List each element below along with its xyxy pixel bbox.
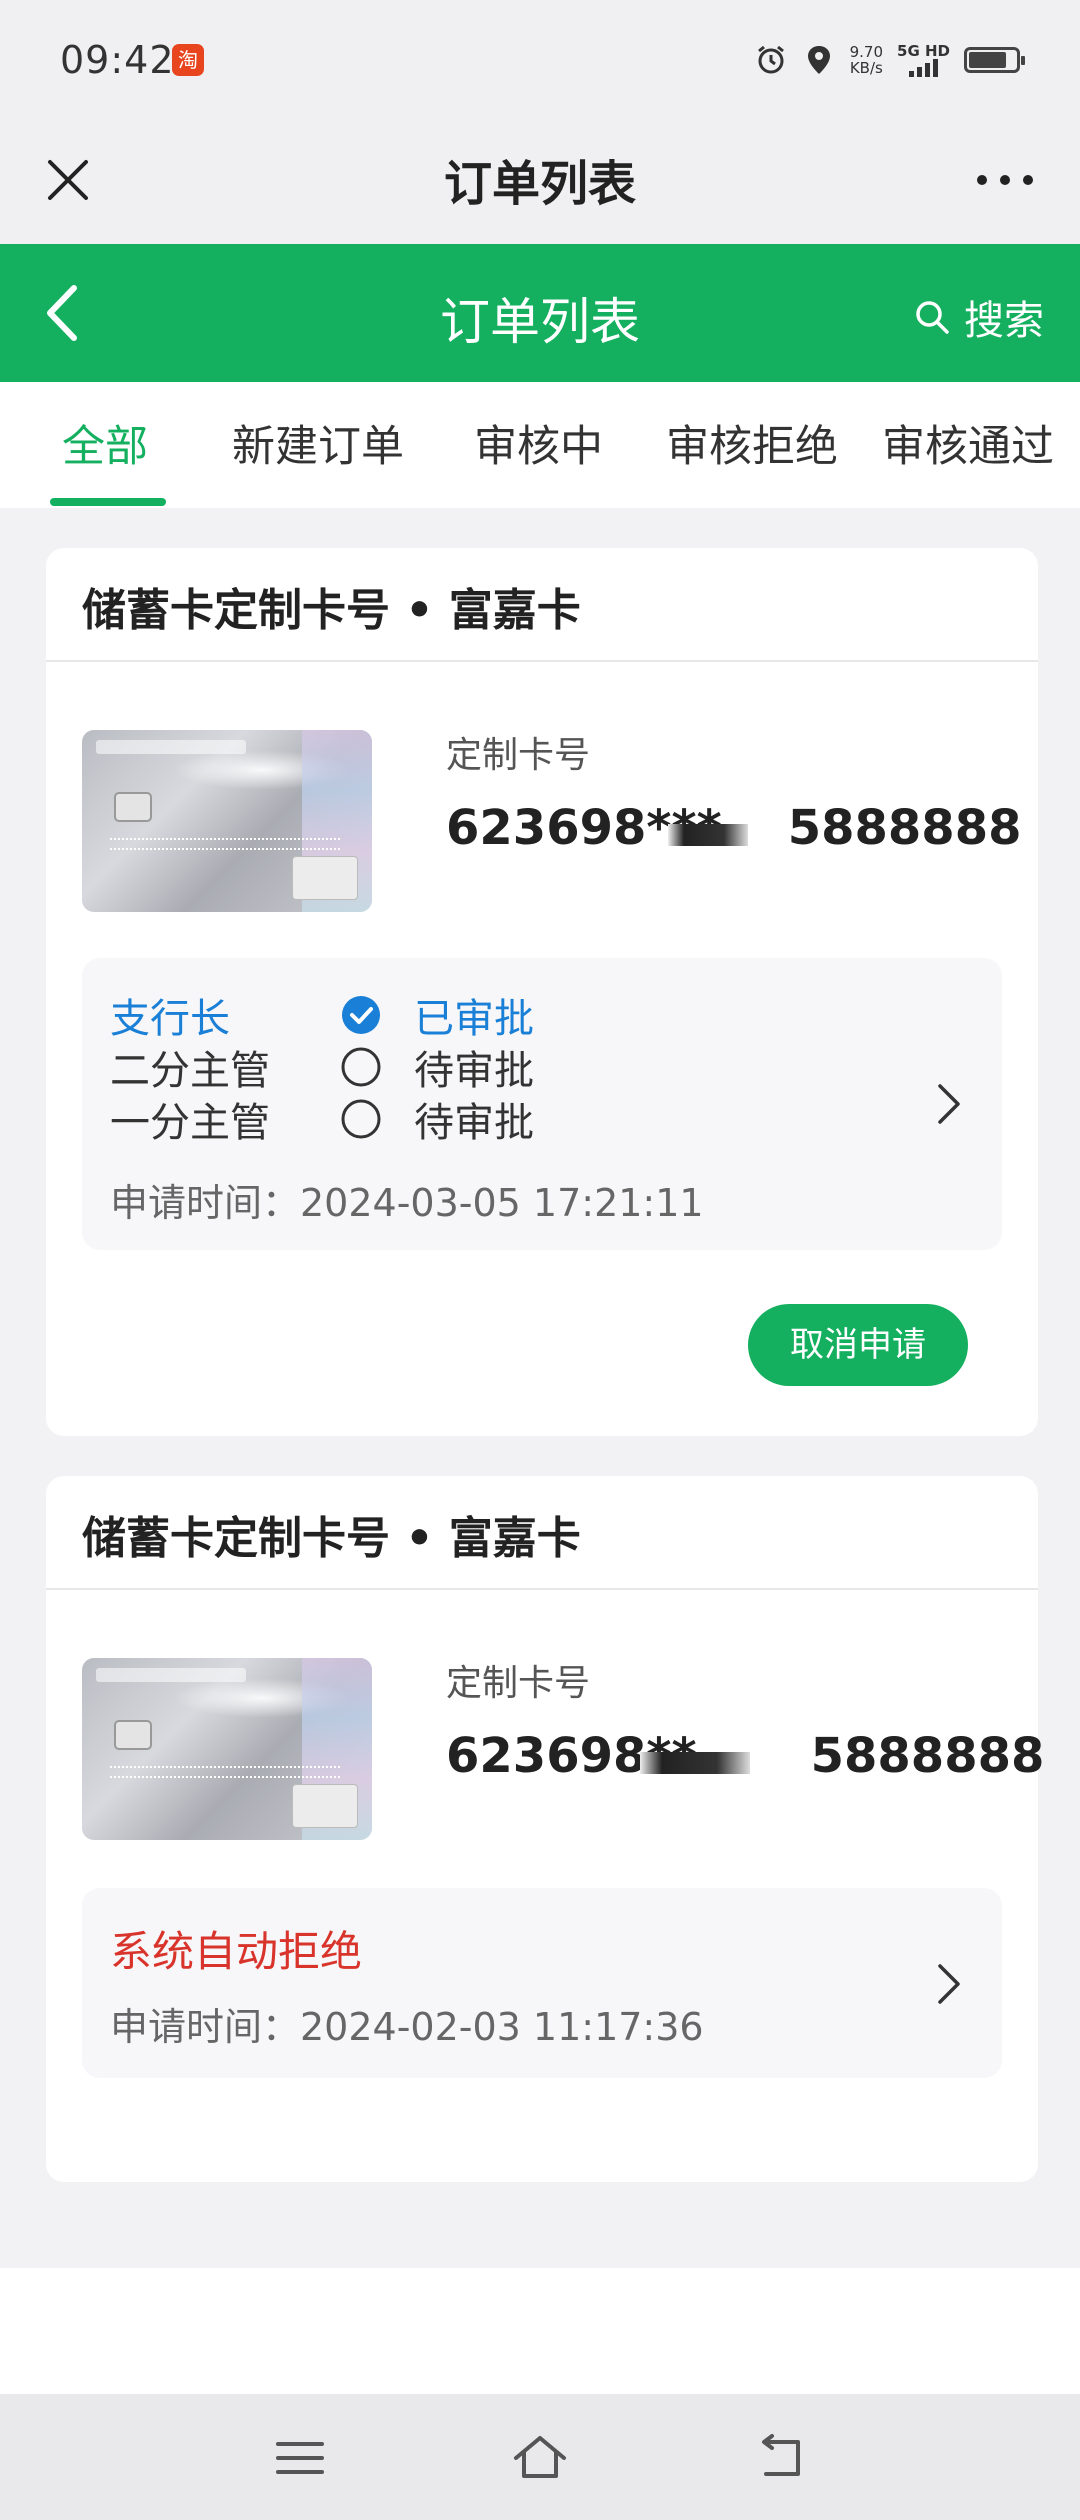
step-status: 待审批 <box>414 1100 534 1146</box>
tab-rejected[interactable]: 审核拒绝 <box>666 412 838 474</box>
bank-card-image <box>82 1658 372 1840</box>
approval-progress[interactable]: 支行长 已审批 二分主管 待审批 一分主管 待审批 申请时间：2024-03-0… <box>82 958 1002 1250</box>
tab-active-indicator <box>50 498 166 506</box>
approval-step: 一分主管 待审批 <box>110 1090 534 1148</box>
page-header: 订单列表 搜索 <box>0 244 1080 382</box>
divider <box>46 660 1038 662</box>
step-status: 已审批 <box>414 996 534 1042</box>
order-title: 储蓄卡定制卡号 • 富嘉卡 <box>82 1513 581 1564</box>
page-footer-space <box>0 2268 1080 2394</box>
system-nav-bar <box>0 2394 1080 2520</box>
tab-new-order[interactable]: 新建订单 <box>232 412 404 474</box>
status-bar: 09:42 淘 9.70 KB/s 5G HD <box>0 0 1080 120</box>
empty-circle-icon <box>341 1047 381 1087</box>
apply-time: 申请时间：2024-03-05 17:21:11 <box>110 1181 704 1225</box>
order-card: 储蓄卡定制卡号 • 富嘉卡 定制卡号 623698*** 5888888 支行长 … <box>46 548 1038 1436</box>
search-label: 搜索 <box>964 298 1044 344</box>
status-time: 09:42 <box>60 38 175 82</box>
divider <box>46 1588 1038 1590</box>
redaction-mark <box>640 1752 750 1774</box>
alarm-icon <box>757 45 784 74</box>
check-circle-icon <box>342 996 380 1034</box>
approval-step: 支行长 已审批 <box>110 986 534 1044</box>
back-nav-icon[interactable] <box>752 2430 808 2486</box>
order-title: 储蓄卡定制卡号 • 富嘉卡 <box>82 585 581 636</box>
apply-time: 申请时间：2024-02-03 11:17:36 <box>110 2005 704 2049</box>
status-indicators: 9.70 KB/s 5G HD <box>754 40 1025 80</box>
net-speed-value: 9.70 <box>849 43 884 61</box>
battery-icon <box>964 47 1025 73</box>
search-icon <box>916 301 949 334</box>
card-number-suffix: 5888888 <box>810 1728 1045 1784</box>
home-icon[interactable] <box>512 2430 568 2486</box>
menu-icon[interactable] <box>272 2430 328 2486</box>
order-status-box[interactable]: 系统自动拒绝 申请时间：2024-02-03 11:17:36 <box>82 1888 1002 2078</box>
order-card: 储蓄卡定制卡号 • 富嘉卡 定制卡号 623698** 5888888 系统自动拒… <box>46 1476 1044 2182</box>
tab-all[interactable]: 全部 <box>62 412 148 474</box>
redaction-mark <box>668 824 748 846</box>
step-status: 待审批 <box>414 1048 534 1094</box>
network-type: 5G HD <box>897 42 950 60</box>
custom-number-label: 定制卡号 <box>446 1663 591 1704</box>
custom-number-label: 定制卡号 <box>446 735 591 776</box>
topbar-title: 订单列表 <box>443 156 636 212</box>
signal-indicator: 5G HD <box>897 43 950 77</box>
app-topbar: 订单列表 <box>0 120 1080 244</box>
tab-approved[interactable]: 审核通过 <box>882 412 1054 474</box>
tab-reviewing[interactable]: 审核中 <box>474 412 603 474</box>
chevron-right-icon <box>938 1084 960 1124</box>
chevron-right-icon <box>938 1964 960 2004</box>
bank-card-image <box>82 730 372 912</box>
taobao-notification-icon: 淘 <box>172 44 204 76</box>
search-button[interactable]: 搜索 <box>912 288 1044 346</box>
more-icon[interactable] <box>970 160 1040 200</box>
cancel-application-button[interactable]: 取消申请 <box>748 1304 968 1386</box>
card-number-suffix: 5888888 <box>787 800 1022 856</box>
approval-step: 二分主管 待审批 <box>110 1038 534 1096</box>
reject-status: 系统自动拒绝 <box>110 1927 363 1976</box>
status-tabs: 全部 新建订单 审核中 审核拒绝 审核通过 <box>0 382 1080 508</box>
location-icon <box>807 46 830 74</box>
net-speed-unit: KB/s <box>849 59 883 77</box>
signal-bars-icon <box>909 59 938 77</box>
step-role: 支行长 <box>110 996 230 1042</box>
empty-circle-icon <box>341 1099 381 1139</box>
battery-fill <box>969 52 1006 68</box>
network-speed: 9.70 KB/s <box>850 44 883 76</box>
step-role: 一分主管 <box>110 1100 270 1146</box>
step-role: 二分主管 <box>110 1048 270 1094</box>
